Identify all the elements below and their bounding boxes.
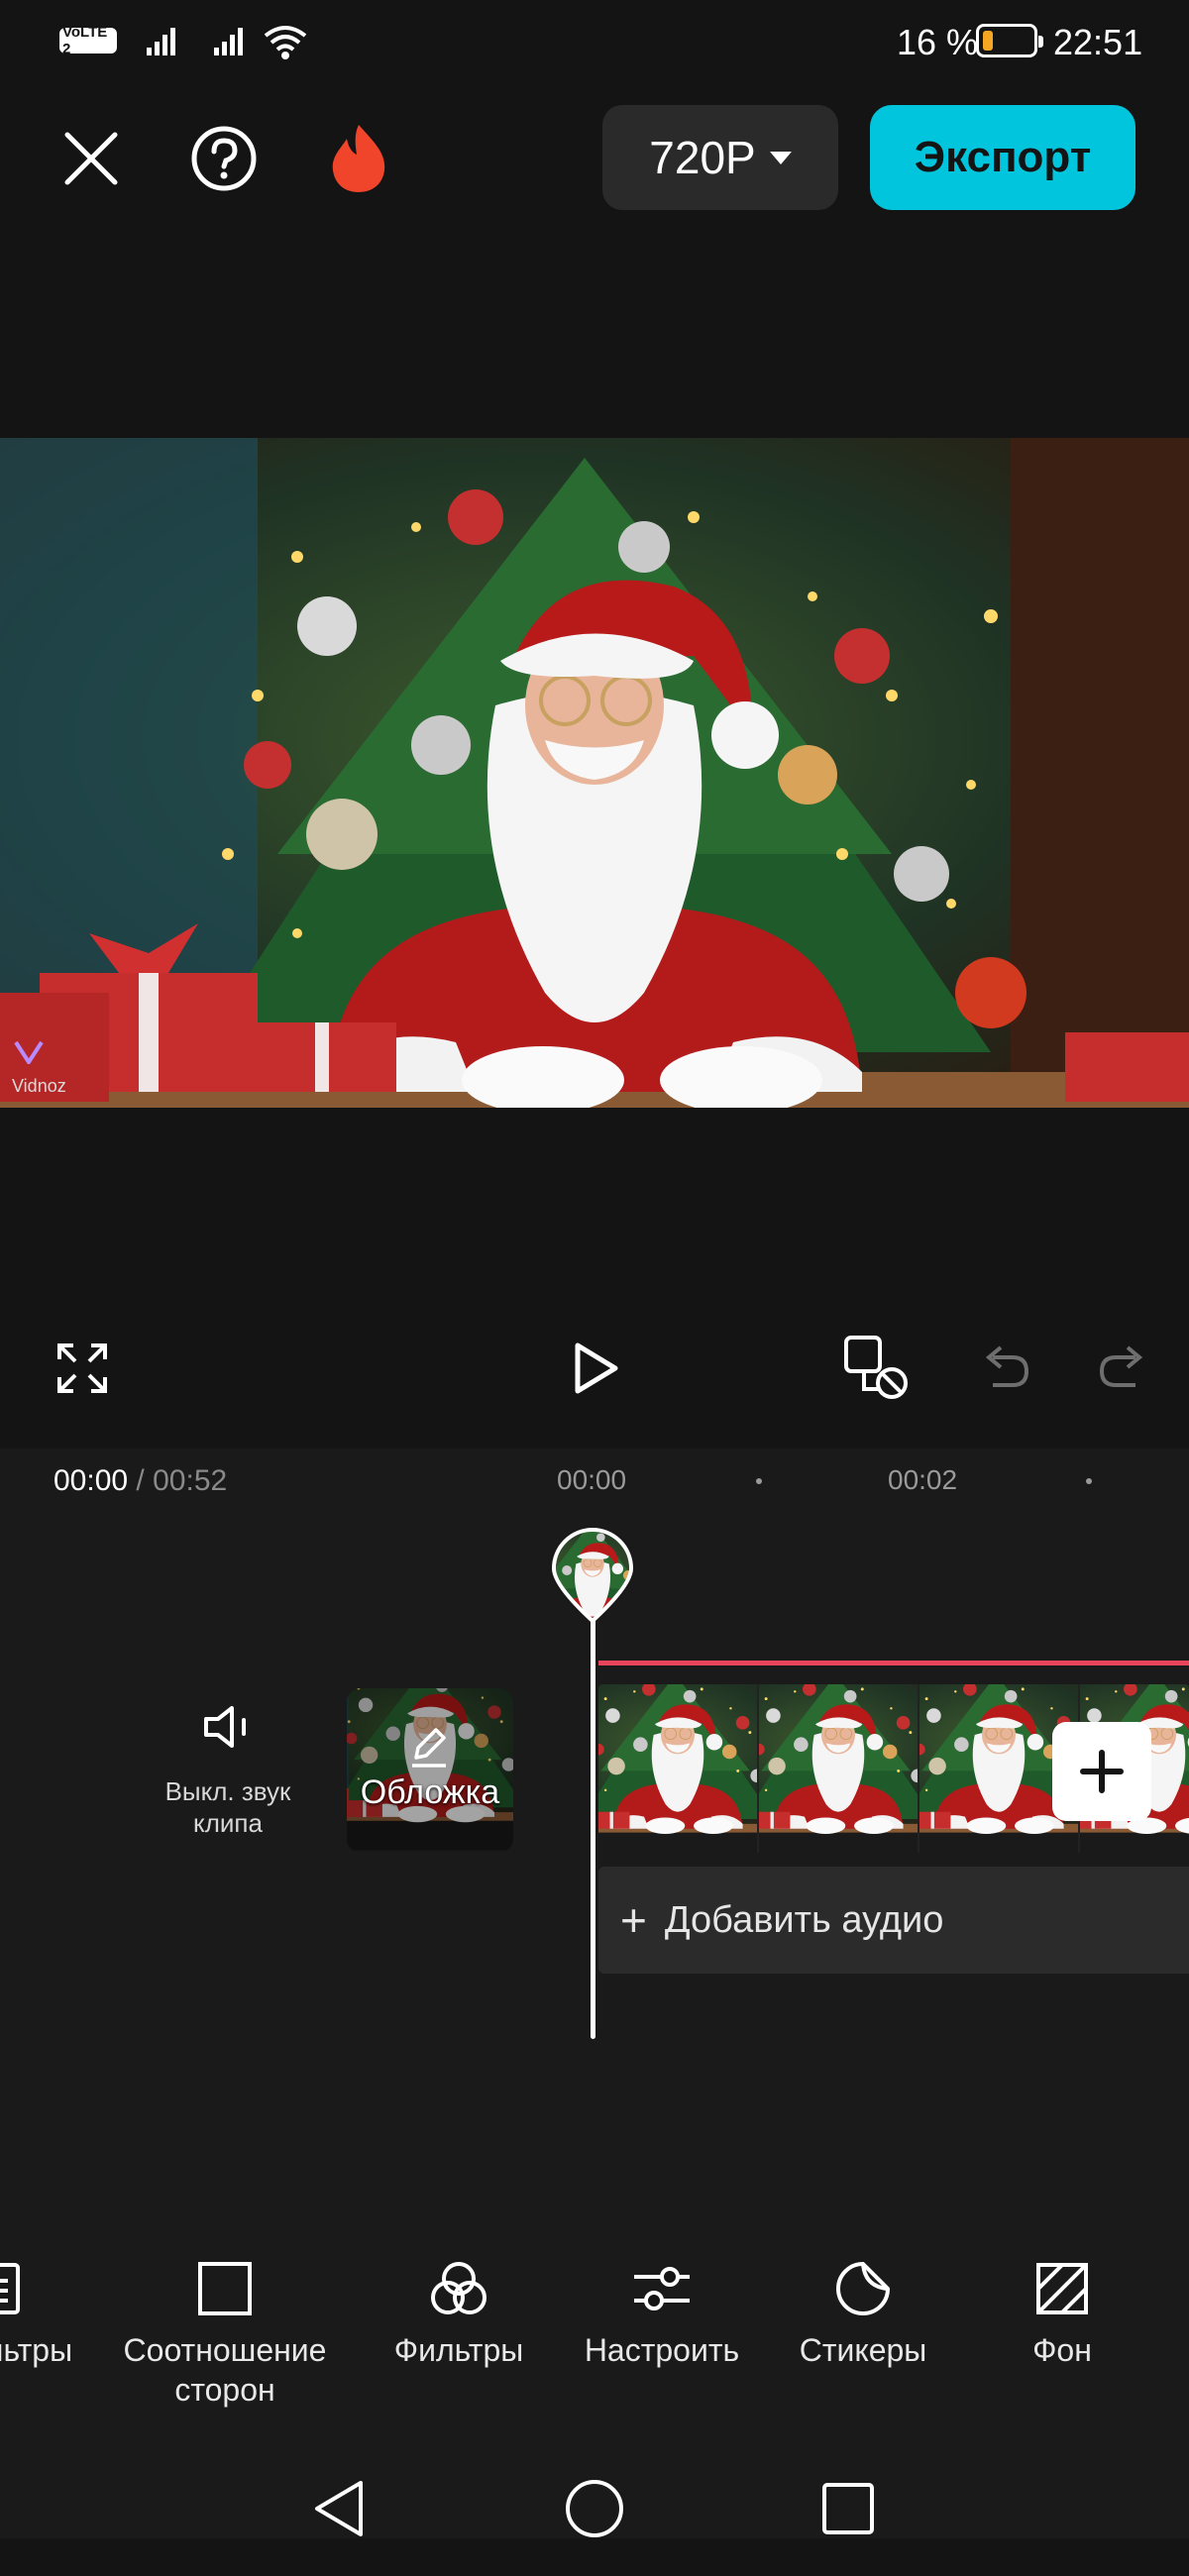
undo-icon	[985, 1345, 1029, 1387]
adjust-icon	[634, 2267, 690, 2310]
edit-pencil-icon	[412, 1728, 446, 1768]
total-time: 00:52	[153, 1464, 228, 1497]
keyframe-button[interactable]	[836, 1330, 916, 1405]
ruler-tick	[756, 1478, 762, 1484]
add-clip-button[interactable]	[1052, 1722, 1151, 1821]
stickers-icon	[836, 2262, 890, 2315]
aspect-ratio-icon	[198, 2262, 252, 2315]
keyframe-icon	[844, 1336, 908, 1399]
mute-clip-label: Выкл. звук клипа	[164, 1776, 291, 1838]
fullscreen-icon	[57, 1343, 107, 1393]
close-button[interactable]	[52, 119, 131, 198]
ruler-tick	[1086, 1478, 1092, 1484]
watermark-logo	[14, 1040, 44, 1066]
play-icon	[575, 1342, 618, 1394]
nav-recents-icon[interactable]	[818, 2479, 878, 2538]
plus-icon	[1080, 1750, 1124, 1793]
caret-down-icon	[769, 151, 792, 164]
time-display: 00:00 / 00:52	[54, 1464, 227, 1498]
tool-text-template[interactable]: ильтры	[0, 2259, 79, 2370]
playhead-thumbnail[interactable]	[550, 1526, 635, 1625]
tool-label: Соотношение сторон	[123, 2332, 327, 2408]
close-icon	[64, 132, 118, 185]
mute-clip-button[interactable]	[188, 1692, 268, 1762]
text-template-icon	[0, 2263, 20, 2314]
tool-background[interactable]: Фон	[991, 2259, 1134, 2370]
volte-indicator: VoLTE 2	[59, 24, 117, 57]
nav-home-icon[interactable]	[563, 2477, 626, 2540]
tool-adjust[interactable]: Настроить	[563, 2259, 761, 2370]
promo-button[interactable]	[319, 119, 398, 198]
export-button[interactable]: Экспорт	[870, 105, 1135, 210]
ruler-label: 00:02	[888, 1464, 958, 1495]
tool-label: ильтры	[0, 2332, 73, 2368]
tool-filters[interactable]: Фильтры	[375, 2259, 543, 2370]
tool-label: Фильтры	[393, 2332, 524, 2368]
battery-percent: 16 %	[897, 22, 979, 62]
background-icon	[1036, 2263, 1088, 2314]
wifi-icon	[264, 26, 307, 59]
tool-aspect-ratio[interactable]: Соотношение сторон	[99, 2259, 351, 2410]
video-preview[interactable]	[0, 438, 1189, 1108]
clip-frame	[598, 1684, 759, 1853]
speaker-icon	[204, 1706, 246, 1748]
flame-icon	[332, 125, 385, 192]
redo-button[interactable]	[1088, 1334, 1157, 1403]
add-audio-label: Добавить аудио	[664, 1898, 944, 1941]
tool-label: Настроить	[584, 2332, 740, 2368]
undo-button[interactable]	[971, 1334, 1040, 1403]
nav-back-icon[interactable]	[309, 2477, 369, 2540]
play-button[interactable]	[561, 1334, 630, 1403]
santa-video-frame	[0, 438, 1189, 1108]
watermark-text: Vidnoz	[12, 1076, 66, 1096]
playhead[interactable]	[591, 1613, 595, 2039]
cover-thumbnail	[347, 1688, 513, 1851]
filters-icon	[431, 2262, 486, 2314]
cell-signal-2-icon	[214, 28, 243, 55]
add-audio-plus-icon: +	[620, 1894, 647, 1946]
tool-stickers[interactable]: Стикеры	[783, 2259, 943, 2370]
resolution-dropdown[interactable]: 720P	[602, 105, 838, 210]
status-bar: VoLTE 2 16 % 22:51	[0, 0, 1189, 83]
help-icon	[191, 126, 257, 191]
add-audio-button[interactable]: + Добавить аудио	[598, 1867, 1189, 1974]
track-indicator-line	[598, 1661, 1189, 1665]
cover-button[interactable]	[347, 1688, 513, 1853]
clock: 22:51	[1053, 22, 1143, 62]
fullscreen-button[interactable]	[48, 1334, 117, 1403]
current-time: 00:00	[54, 1464, 129, 1497]
tool-label: Стикеры	[799, 2332, 927, 2368]
clip-frame	[759, 1684, 919, 1853]
cover-label: Обложка	[360, 1773, 500, 1811]
resolution-label: 720P	[649, 132, 756, 183]
ruler-label: 00:00	[557, 1464, 627, 1495]
cell-signal-icon	[147, 28, 175, 55]
time-separator: /	[136, 1464, 145, 1497]
system-nav-bar	[0, 2447, 1189, 2576]
redo-icon	[1099, 1345, 1143, 1387]
help-button[interactable]	[184, 119, 264, 198]
battery-icon	[976, 24, 1043, 57]
tool-label: Фон	[1032, 2332, 1092, 2368]
